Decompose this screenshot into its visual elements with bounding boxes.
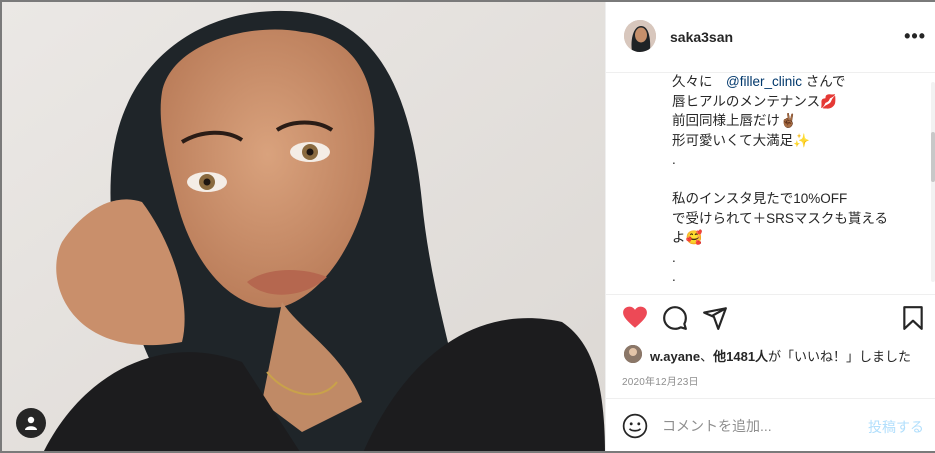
post-caption: 久々に @filler_clinic さんで 唇ヒアルのメンテナンス💋 前回同様上唇… (672, 72, 912, 292)
caption-line: 久々に @filler_clinic さんで (672, 72, 912, 92)
caption-line (672, 170, 912, 190)
share-icon[interactable] (702, 305, 728, 331)
caption-text: さんで (801, 74, 846, 89)
liker-username[interactable]: w.ayane (650, 349, 700, 364)
photo-illustration (2, 2, 605, 451)
caption-text: 私のインスタ見たで10%OFF (672, 191, 848, 206)
username-link[interactable]: saka3san (670, 29, 733, 45)
likes-summary[interactable]: w.ayane、他1481人が「いいね！」しました (624, 343, 934, 365)
emoji-icon[interactable] (622, 413, 648, 439)
liker-avatar (624, 345, 642, 363)
caption-text: 前回同様上唇だけ✌🏾 (672, 113, 797, 128)
bookmark-icon[interactable] (900, 305, 926, 331)
avatar-image (624, 20, 656, 52)
caption-text: 唇ヒアルのメンテナンス💋 (672, 93, 837, 109)
caption-text: 形可愛いくて大満足✨ (672, 132, 810, 148)
caption-text: . (672, 269, 676, 284)
caption-line: 唇ヒアルのメンテナンス💋 (672, 92, 912, 112)
comment-icon[interactable] (662, 305, 688, 331)
caption-text: . (672, 152, 676, 167)
caption-scrollbar-thumb[interactable] (931, 132, 935, 182)
comment-bar: 投稿する (606, 398, 935, 451)
caption-mention-link[interactable]: @filler_clinic (726, 74, 802, 89)
caption-line: よ🥰 (672, 228, 912, 248)
post-date[interactable]: 2020年12月23日 (622, 373, 699, 388)
caption-line: で受けられて＋SRSマスクも貰える (672, 209, 912, 229)
caption-line: . (672, 287, 912, 293)
heart-icon[interactable] (622, 305, 648, 331)
caption-line: . (672, 248, 912, 268)
caption-text: で受けられて＋SRSマスクも貰える (672, 210, 888, 226)
post-actions (606, 294, 935, 349)
post-comment-button[interactable]: 投稿する (868, 417, 924, 437)
likes-joiner: 、 (700, 349, 714, 364)
user-icon (25, 416, 37, 430)
caption-line: . (672, 150, 912, 170)
caption-scrollbar-track[interactable] (931, 82, 935, 282)
likes-suffix: が「いいね！」しました (768, 349, 912, 364)
more-options-button[interactable]: ••• (904, 26, 926, 47)
caption-text: . (672, 289, 676, 293)
instagram-post-modal: saka3san ••• 久々に @filler_clinic さんで 唇ヒアルの… (0, 0, 935, 453)
avatar[interactable] (624, 20, 656, 52)
caption-text: . (672, 249, 676, 265)
likes-text: w.ayane、他1481人が「いいね！」しました (650, 346, 911, 365)
caption-line: 前回同様上唇だけ✌🏾 (672, 111, 912, 131)
caption-text: 久々に (672, 74, 726, 89)
caption-text: よ🥰 (672, 230, 703, 245)
liker-avatar-image (624, 345, 642, 363)
caption-line: 形可愛いくて大満足✨ (672, 131, 912, 151)
post-header: saka3san ••• (606, 2, 935, 73)
caption-line: . (672, 267, 912, 287)
post-side-panel: saka3san ••• 久々に @filler_clinic さんで 唇ヒアルの… (605, 2, 935, 451)
post-photo[interactable] (2, 2, 605, 451)
likes-others-count[interactable]: 他1481人 (713, 349, 768, 364)
tagged-users-button[interactable] (16, 408, 46, 438)
comment-input[interactable] (662, 415, 852, 437)
caption-line: 私のインスタ見たで10%OFF (672, 189, 912, 209)
